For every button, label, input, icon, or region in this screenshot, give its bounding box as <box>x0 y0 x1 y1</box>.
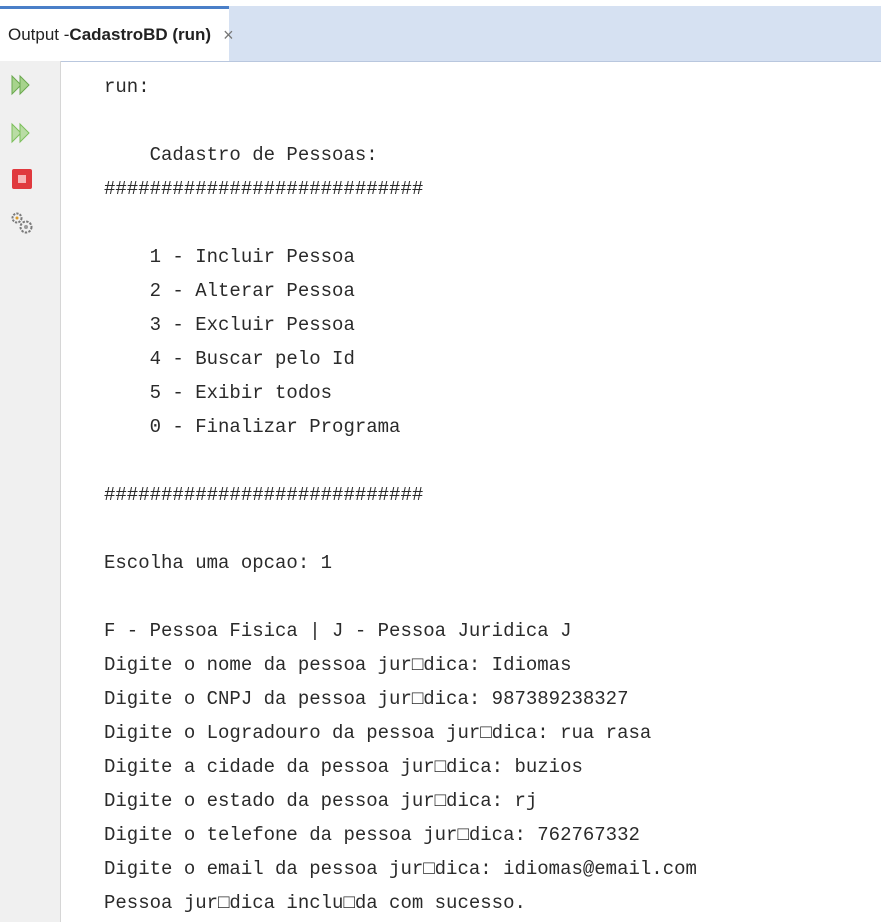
rerun-with-options-icon[interactable] <box>10 121 34 145</box>
settings-icon[interactable] <box>10 211 34 235</box>
console-line: Digite o email da pessoa jur□dica: idiom… <box>104 858 697 880</box>
console-line: ############################ <box>104 178 424 200</box>
console-line: Digite o nome da pessoa jur□dica: Idioma… <box>104 654 572 676</box>
tab-output-cadastrobd[interactable]: Output - CadastroBD (run) × <box>0 6 234 61</box>
console-line: ############################ <box>104 484 424 506</box>
console-line: Digite o CNPJ da pessoa jur□dica: 987389… <box>104 688 629 710</box>
console-line: 2 - Alterar Pessoa <box>104 280 355 302</box>
close-icon[interactable]: × <box>223 25 234 46</box>
console-line: 4 - Buscar pelo Id <box>104 348 355 370</box>
rerun-icon[interactable] <box>10 73 34 97</box>
tab-label-prefix: Output - <box>8 25 70 44</box>
console-line: Escolha uma opcao: 1 <box>104 552 333 574</box>
console-line: 0 - Finalizar Programa <box>104 416 401 438</box>
output-toolbar <box>0 61 61 922</box>
console-output: run: Cadastro de Pessoas: ###############… <box>104 70 864 920</box>
console-line: 3 - Excluir Pessoa <box>104 314 355 336</box>
console-line: 5 - Exibir todos <box>104 382 333 404</box>
console-line: Digite o Logradouro da pessoa jur□dica: … <box>104 722 652 744</box>
console-line: F - Pessoa Fisica | J - Pessoa Juridica … <box>104 620 572 642</box>
console-line: Digite o telefone da pessoa jur□dica: 76… <box>104 824 640 846</box>
console-line: Pessoa jur□dica inclu□da com sucesso. <box>104 892 526 914</box>
console-line: Cadastro de Pessoas: <box>104 144 378 166</box>
console-line: run: <box>104 76 150 98</box>
console-line: Digite a cidade da pessoa jur□dica: buzi… <box>104 756 583 778</box>
tab-label-name: CadastroBD (run) <box>69 25 212 44</box>
stop-icon[interactable] <box>10 167 34 191</box>
console-line: 1 - Incluir Pessoa <box>104 246 355 268</box>
console-line: Digite o estado da pessoa jur□dica: rj <box>104 790 538 812</box>
